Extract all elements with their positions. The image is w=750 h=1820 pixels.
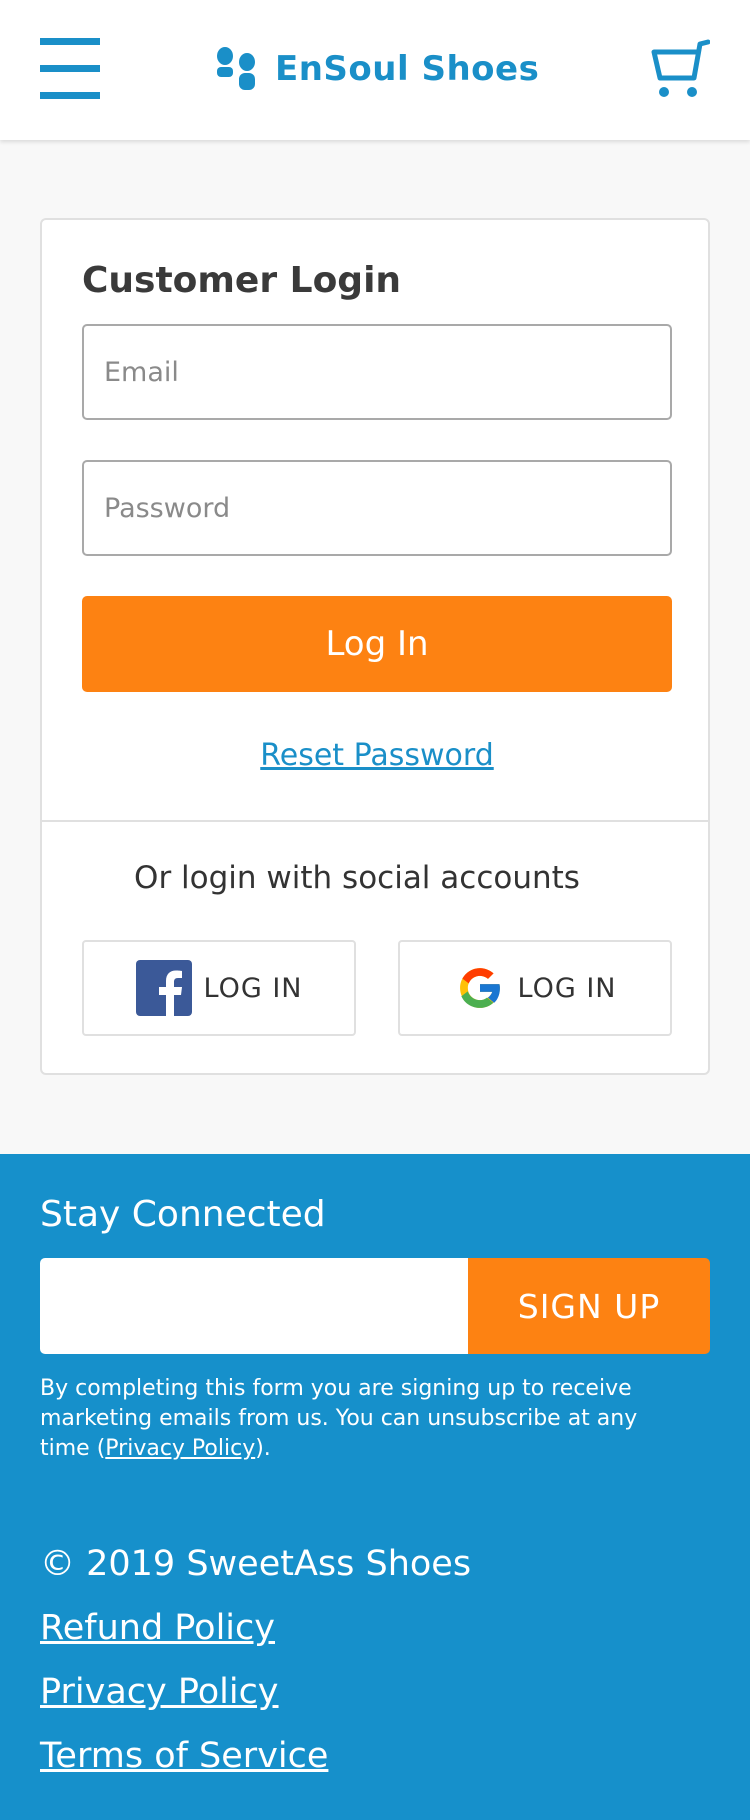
login-button[interactable]: Log In bbox=[82, 596, 672, 692]
newsletter-email-input[interactable] bbox=[40, 1258, 470, 1354]
refund-policy-link[interactable]: Refund Policy bbox=[40, 1608, 275, 1648]
divider bbox=[42, 820, 708, 822]
email-field[interactable] bbox=[82, 324, 672, 420]
shopping-cart-icon[interactable] bbox=[650, 38, 710, 100]
social-login-text: Or login with social accounts bbox=[134, 860, 580, 896]
stay-connected-heading: Stay Connected bbox=[40, 1194, 326, 1235]
terms-of-service-link[interactable]: Terms of Service bbox=[40, 1736, 328, 1776]
reset-password-link[interactable]: Reset Password bbox=[42, 738, 712, 773]
brand-logo[interactable]: EnSoul Shoes bbox=[215, 46, 539, 92]
site-footer: Stay Connected SIGN UP By completing thi… bbox=[0, 1154, 750, 1820]
copyright-text: © 2019 SweetAss Shoes bbox=[40, 1544, 472, 1584]
newsletter-disclaimer: By completing this form you are signing … bbox=[40, 1374, 680, 1464]
google-login-button[interactable]: LOG IN bbox=[398, 940, 672, 1036]
google-login-label: LOG IN bbox=[517, 972, 617, 1004]
facebook-login-label: LOG IN bbox=[203, 972, 303, 1004]
footprints-icon bbox=[217, 47, 255, 90]
google-icon bbox=[459, 968, 501, 1008]
facebook-login-button[interactable]: LOG IN bbox=[82, 940, 356, 1036]
signup-button[interactable]: SIGN UP bbox=[468, 1258, 710, 1354]
hamburger-menu-icon[interactable] bbox=[40, 38, 100, 100]
disclaimer-end: ). bbox=[255, 1436, 271, 1461]
disclaimer-privacy-link[interactable]: Privacy Policy bbox=[105, 1436, 255, 1461]
login-title: Customer Login bbox=[82, 260, 402, 301]
password-field[interactable] bbox=[82, 460, 672, 556]
brand-name: EnSoul Shoes bbox=[275, 49, 540, 89]
login-card: Customer Login Log In Reset Password Or … bbox=[40, 218, 710, 1075]
privacy-policy-link[interactable]: Privacy Policy bbox=[40, 1672, 279, 1712]
site-header: EnSoul Shoes bbox=[0, 0, 750, 140]
facebook-icon bbox=[135, 960, 192, 1016]
